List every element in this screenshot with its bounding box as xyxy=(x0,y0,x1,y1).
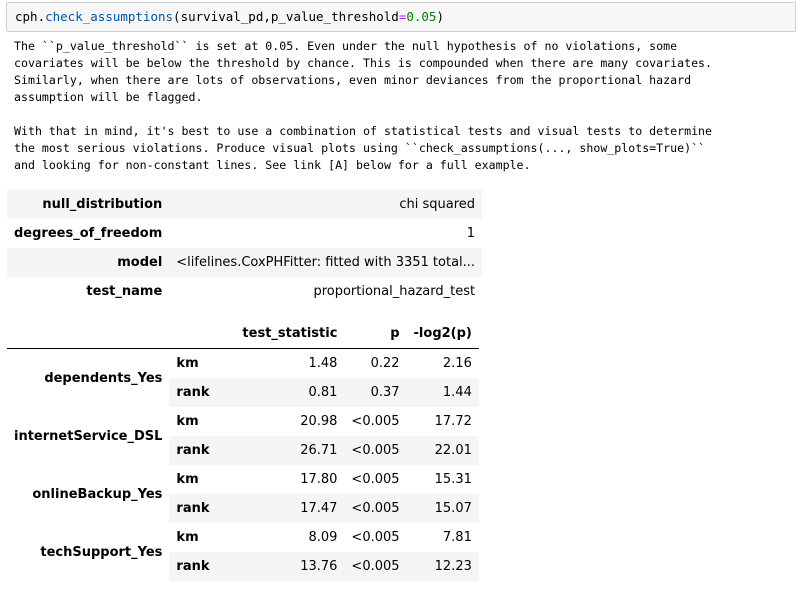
table-row: techSupport_Yes km 8.09 <0.005 7.81 xyxy=(7,523,479,581)
code-threshold-value: 0.05 xyxy=(406,9,437,24)
cell-log2p: 15.07 xyxy=(434,501,472,516)
cell-log2p: 1.44 xyxy=(442,385,472,400)
cell-p: <0.005 xyxy=(351,501,400,516)
summary-key: degrees_of_freedom xyxy=(14,226,163,241)
cell-p: 0.37 xyxy=(370,385,400,400)
row-test: rank xyxy=(176,385,210,400)
code-args-open: (survival_pd,p_value_threshold xyxy=(173,9,399,24)
cell-p: <0.005 xyxy=(351,472,400,487)
results-table: test_statistic p -log2(p) dependents_Yes… xyxy=(7,319,479,581)
row-test: km xyxy=(176,472,199,487)
cell-test-statistic: 0.81 xyxy=(308,385,338,400)
summary-key: null_distribution xyxy=(42,197,163,212)
table-row: internetService_DSL km 20.98 <0.005 17.7… xyxy=(7,407,479,465)
cell-test-statistic: 17.47 xyxy=(300,501,338,516)
cell-p: <0.005 xyxy=(351,443,400,458)
summary-value: 1 xyxy=(466,226,476,241)
cell-log2p: 15.31 xyxy=(434,472,472,487)
summary-value: <lifelines.CoxPHFitter: fitted with 3351… xyxy=(176,255,476,270)
cell-p: <0.005 xyxy=(351,530,400,545)
results-header-row: test_statistic p -log2(p) xyxy=(7,319,479,349)
cell-log2p: 17.72 xyxy=(434,414,472,429)
row-covariate: dependents_Yes xyxy=(7,348,170,407)
code-method: check_assumptions xyxy=(45,9,174,24)
header-p: p xyxy=(344,319,407,349)
summary-row: model <lifelines.CoxPHFitter: fitted wit… xyxy=(7,248,483,277)
header-test-statistic: test_statistic xyxy=(235,319,345,349)
cell-test-statistic: 20.98 xyxy=(300,414,338,429)
table-row: dependents_Yes km 1.48 0.22 2.16 xyxy=(7,348,479,407)
cell-log2p: 12.23 xyxy=(434,559,472,574)
summary-row: null_distribution chi squared xyxy=(7,190,483,219)
cell-output-text: The ``p_value_threshold`` is set at 0.05… xyxy=(14,39,713,172)
summary-row: test_name proportional_hazard_test xyxy=(7,277,482,306)
summary-key: model xyxy=(117,255,163,270)
row-test: rank xyxy=(176,443,210,458)
row-covariate: internetService_DSL xyxy=(7,407,170,465)
row-test: km xyxy=(176,530,199,545)
row-test: rank xyxy=(176,559,210,574)
cell-p: <0.005 xyxy=(351,559,400,574)
header-blank xyxy=(7,319,170,349)
cell-p: 0.22 xyxy=(370,356,400,371)
cell-p: <0.005 xyxy=(351,414,400,429)
code-args-close: ) xyxy=(436,9,444,24)
cell-test-statistic: 26.71 xyxy=(300,443,338,458)
row-test: rank xyxy=(176,501,210,516)
summary-value: proportional_hazard_test xyxy=(313,284,476,299)
summary-key: test_name xyxy=(86,284,163,299)
summary-value: chi squared xyxy=(399,197,476,212)
cell-test-statistic: 8.09 xyxy=(308,530,338,545)
row-test: km xyxy=(176,414,199,429)
code-dot: . xyxy=(37,9,46,24)
header-blank xyxy=(169,319,236,349)
code-cell-input[interactable]: cph.check_assumptions(survival_pd,p_valu… xyxy=(6,2,796,32)
header-log2p: -log2(p) xyxy=(406,319,479,349)
row-covariate: onlineBackup_Yes xyxy=(7,465,170,523)
cell-test-statistic: 13.76 xyxy=(300,559,338,574)
cell-log2p: 7.81 xyxy=(442,530,472,545)
row-covariate: techSupport_Yes xyxy=(7,523,170,581)
summary-table: null_distribution chi squared degrees_of… xyxy=(7,190,483,306)
code-object: cph xyxy=(15,9,38,24)
cell-test-statistic: 17.80 xyxy=(300,472,338,487)
row-test: km xyxy=(176,356,199,371)
summary-row: degrees_of_freedom 1 xyxy=(7,219,482,248)
cell-log2p: 22.01 xyxy=(434,443,472,458)
cell-test-statistic: 1.48 xyxy=(308,356,338,371)
table-row: onlineBackup_Yes km 17.80 <0.005 15.31 xyxy=(7,465,479,523)
cell-log2p: 2.16 xyxy=(442,356,472,371)
